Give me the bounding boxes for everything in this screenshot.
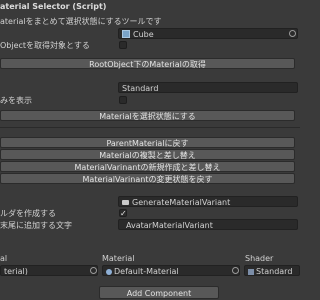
table-row-col1-field[interactable]: terial) bbox=[0, 265, 98, 276]
object-picker-icon[interactable] bbox=[90, 267, 97, 274]
folder-icon bbox=[122, 200, 129, 205]
component-title: aterial Selector (Script) bbox=[0, 2, 107, 11]
root-object-value: Cube bbox=[133, 30, 154, 39]
table-row-material-value: Default-Material bbox=[114, 267, 179, 276]
revert-variant-button[interactable]: MaterialVarinantの変更状態を戻す bbox=[0, 173, 295, 184]
table-header-shader: Shader bbox=[245, 254, 274, 263]
back-to-parent-button[interactable]: ParentMaterialに戻す bbox=[0, 137, 295, 148]
object-picker-icon[interactable] bbox=[289, 30, 296, 37]
table-row-shader-field[interactable]: Standard bbox=[244, 265, 300, 276]
table-row-material-field[interactable]: Default-Material bbox=[102, 265, 240, 276]
table-header-col1: al bbox=[0, 254, 8, 263]
create-variant-button[interactable]: MaterialVarinantの新規作成と差し替え bbox=[0, 161, 295, 172]
get-materials-button[interactable]: RootObject下のMaterialの取得 bbox=[0, 58, 295, 69]
shader-icon bbox=[248, 269, 254, 275]
table-header-material: Material bbox=[102, 254, 135, 263]
select-materials-button[interactable]: Materialを選択状態にする bbox=[0, 110, 295, 121]
shader-filter-field[interactable]: Standard bbox=[118, 82, 298, 93]
cube-icon bbox=[122, 30, 130, 38]
root-as-target-checkbox[interactable] bbox=[119, 41, 127, 49]
table-row-shader-value: Standard bbox=[256, 267, 293, 276]
suffix-field[interactable]: _AvatarMaterialVariant bbox=[118, 219, 298, 230]
create-folder-checkbox[interactable]: ✓ bbox=[119, 209, 127, 218]
root-object-field[interactable]: Cube bbox=[118, 28, 298, 39]
material-icon bbox=[106, 269, 112, 275]
section-divider bbox=[0, 127, 300, 128]
component-description: aterialをまとめて選択状態にするツールです bbox=[0, 17, 162, 26]
add-component-button[interactable]: Add Component bbox=[99, 286, 219, 299]
output-folder-field[interactable]: GenerateMaterialVariant bbox=[118, 196, 298, 207]
output-folder-value: GenerateMaterialVariant bbox=[132, 198, 231, 207]
root-as-target-label: Objectを取得対象とする bbox=[0, 41, 90, 50]
show-option-label: みを表示 bbox=[0, 96, 32, 105]
object-picker-icon[interactable] bbox=[232, 267, 239, 274]
show-option-checkbox[interactable] bbox=[119, 96, 127, 104]
suffix-label: 末尾に追加する文字 bbox=[0, 221, 72, 230]
create-folder-label: ルダを作成する bbox=[0, 209, 56, 218]
duplicate-replace-button[interactable]: Materialの複製と差し替え bbox=[0, 149, 295, 160]
